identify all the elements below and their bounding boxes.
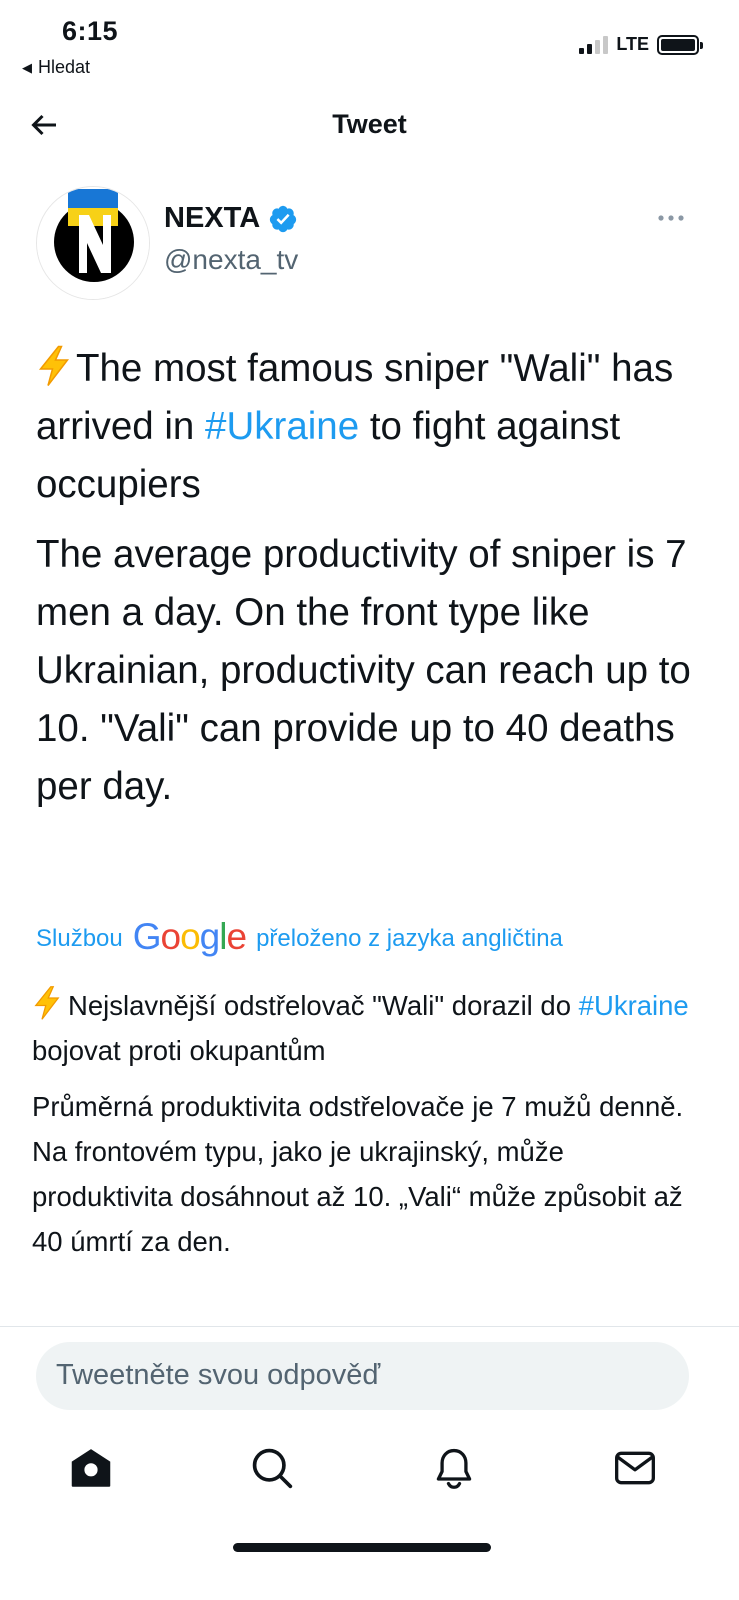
- back-to-app-button[interactable]: ◀ Hledat: [22, 57, 90, 78]
- tweet-paragraph-1: The most famous sniper "Wali" has arrive…: [36, 340, 706, 514]
- translation-suffix: přeloženo z jazyka angličtina: [256, 925, 563, 952]
- reply-input[interactable]: Tweetněte svou odpověď: [36, 1342, 689, 1410]
- tab-notifications[interactable]: [432, 1446, 476, 1490]
- search-icon: [252, 1448, 293, 1489]
- tweet-text: The most famous sniper "Wali" has arrive…: [36, 340, 706, 828]
- header: Tweet: [0, 95, 739, 155]
- translated-paragraph-2: Průměrná produktivita odstřelovače je 7 …: [32, 1091, 684, 1257]
- avatar[interactable]: [36, 186, 150, 300]
- tab-bar: [0, 1438, 739, 1498]
- tweet-paragraph-2: The average productivity of sniper is 7 …: [36, 533, 691, 808]
- home-icon: [71, 1449, 111, 1487]
- google-logo: Google: [132, 916, 247, 957]
- messages-icon: [615, 1451, 655, 1485]
- author-name[interactable]: NEXTA: [164, 202, 298, 235]
- status-indicators: LTE: [579, 34, 703, 55]
- translation-prefix: Službou: [36, 925, 123, 952]
- more-options-icon[interactable]: [657, 212, 685, 224]
- translation-attribution: Službou Google přeloženo z jazyka anglič…: [36, 916, 563, 960]
- reply-placeholder: Tweetněte svou odpověď: [56, 1359, 381, 1391]
- battery-icon: [657, 34, 703, 55]
- lightning-emoji-icon: [38, 345, 70, 386]
- status-time: 6:15: [62, 16, 119, 46]
- back-triangle-icon: ◀: [22, 59, 32, 75]
- nexta-logo-icon: [37, 187, 149, 299]
- translated-text-part: Nejslavnější odstřelovač "Wali" dorazil …: [68, 990, 579, 1021]
- divider: [0, 1326, 739, 1327]
- status-bar: 6:15 ◀ Hledat LTE: [0, 0, 739, 90]
- lightning-emoji-icon: [34, 986, 60, 1020]
- page-title: Tweet: [332, 109, 407, 139]
- translated-paragraph-1: Nejslavnější odstřelovač "Wali" dorazil …: [32, 983, 707, 1073]
- translated-text-part: bojovat proti okupantům: [32, 1035, 326, 1066]
- author-handle[interactable]: @nexta_tv: [164, 244, 298, 276]
- hashtag-link[interactable]: #Ukraine: [579, 990, 689, 1021]
- network-type: LTE: [616, 34, 649, 54]
- signal-icon: [579, 35, 609, 54]
- tab-search[interactable]: [250, 1446, 294, 1490]
- translated-text: Nejslavnější odstřelovač "Wali" dorazil …: [32, 983, 707, 1275]
- tweet-author: NEXTA @nexta_tv: [36, 186, 703, 300]
- author-name-text: NEXTA: [164, 202, 261, 234]
- verified-badge-icon: [270, 205, 297, 232]
- tab-messages[interactable]: [613, 1446, 657, 1490]
- hashtag-link[interactable]: #Ukraine: [205, 405, 359, 448]
- back-app-label: Hledat: [38, 57, 91, 77]
- tab-home[interactable]: [69, 1446, 113, 1490]
- home-indicator[interactable]: [233, 1543, 491, 1552]
- notifications-icon: [436, 1448, 472, 1489]
